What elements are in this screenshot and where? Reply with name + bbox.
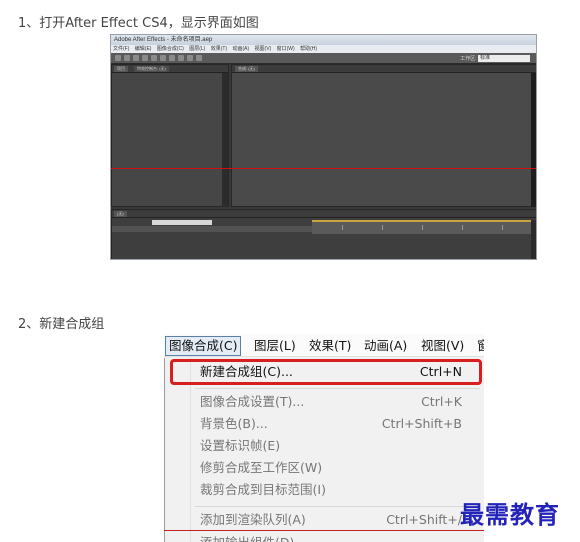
hand-tool-icon (124, 55, 130, 61)
menu-item-set-poster-frame: 设置标识帧(E) (200, 438, 281, 453)
ae-menu-help: 帮助(H) (300, 46, 318, 52)
ae-red-line (111, 168, 536, 169)
menu-item-add-output-module: 添加输出组件(D) (165, 532, 484, 542)
ae-timeline-panel: (无) (111, 209, 536, 259)
menu-window: 窗 (477, 338, 484, 353)
zoom-tool-icon (133, 55, 139, 61)
new-composition-highlight-box (170, 359, 482, 385)
ae-timeline-header (112, 226, 312, 232)
ae-menu-window: 窗口(W) (276, 46, 295, 52)
ae-side-strip (531, 73, 536, 207)
ae-tab-project: 项目 (114, 66, 128, 72)
ae-toolbar: 工作区: 标准 (111, 53, 536, 64)
menu-layer: 图层(L) (254, 338, 296, 353)
composition-menu-screenshot: 图像合成(C) 图层(L) 效果(T) 动画(A) 视图(V) 窗 新建合成组(… (164, 334, 484, 542)
menu-item-add-to-render-queue: 添加到渲染队列(A) Ctrl+Shift+/ (200, 512, 462, 527)
camera-tool-icon (151, 55, 157, 61)
ae-composition-panel: 合成: (无) (231, 64, 536, 207)
menu-red-line (164, 530, 484, 531)
rotate-tool-icon (142, 55, 148, 61)
mask-tool-icon (169, 55, 175, 61)
after-effects-screenshot: Adobe After Effects - 未命名项目.aep 文件(F) 编辑… (110, 34, 537, 260)
ae-workspace-value: 标准 (478, 55, 530, 63)
selection-tool-icon (115, 55, 121, 61)
menu-bar: 图像合成(C) 图层(L) 效果(T) 动画(A) 视图(V) 窗 (164, 334, 484, 357)
brush-tool-icon (196, 55, 202, 61)
ae-scrollbar (222, 73, 228, 207)
menu-animation: 动画(A) (364, 338, 408, 353)
pan-tool-icon (160, 55, 166, 61)
ae-tab-effect-controls: 特效控制台: (无) (134, 66, 169, 72)
ae-menu-file: 文件(F) (113, 46, 130, 52)
menu-effect: 效果(T) (309, 338, 352, 353)
ae-menu-effect: 效果(T) (210, 46, 228, 52)
ae-time-ruler (312, 222, 533, 234)
ae-tab-timeline: (无) (114, 211, 127, 217)
ae-title-bar: Adobe After Effects - 未命名项目.aep (111, 35, 536, 45)
ae-project-panel: 项目 特效控制台: (无) (111, 64, 229, 207)
ae-menu-bar: 文件(F) 编辑(E) 图像合成(C) 图层(L) 效果(T) 动画(A) 视图… (111, 45, 536, 53)
step-1-text: 1、打开After Effect CS4，显示界面如图 (18, 16, 259, 31)
menu-item-background-color: 背景色(B)... Ctrl+Shift+B (200, 416, 462, 431)
ae-menu-layer: 图层(L) (189, 46, 206, 52)
ae-menu-animation: 动画(A) (232, 46, 250, 52)
ae-menu-composition: 图像合成(C) (156, 46, 184, 52)
menu-view: 视图(V) (421, 338, 465, 353)
text-tool-icon (187, 55, 193, 61)
ae-timeline-scrollbar (531, 220, 536, 259)
watermark-logo: 最需教育 (460, 500, 560, 529)
menu-item-composition-settings: 图像合成设置(T)... Ctrl+K (200, 394, 462, 409)
menu-composition: 图像合成(C) (165, 336, 242, 356)
menu-item-trim-to-work-area: 修剪合成至工作区(W) (200, 460, 323, 475)
menu-separator (195, 388, 480, 389)
ae-tab-composition: 合成: (无) (235, 66, 258, 72)
menu-item-crop-to-region: 裁剪合成到目标范围(I) (200, 482, 326, 497)
menu-separator (195, 506, 480, 507)
ae-menu-view: 视图(V) (254, 46, 272, 52)
ae-menu-edit: 编辑(E) (134, 46, 152, 52)
ae-timeline-search (152, 220, 212, 225)
ae-workspace-label: 工作区: (460, 56, 477, 62)
composition-dropdown: 新建合成组(C)... Ctrl+N 图像合成设置(T)... Ctrl+K 背… (164, 358, 484, 542)
pen-tool-icon (178, 55, 184, 61)
ae-workspace-selector: 工作区: 标准 (460, 55, 530, 63)
step-2-text: 2、新建合成组 (18, 317, 105, 332)
